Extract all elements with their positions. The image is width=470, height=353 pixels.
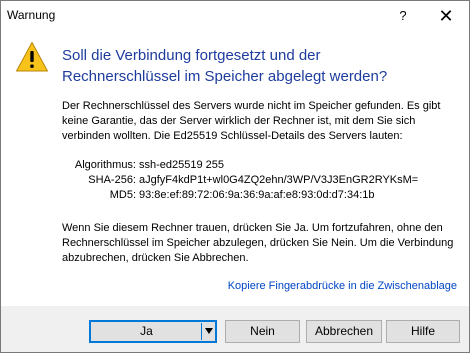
yes-split-button[interactable]: Ja	[89, 320, 217, 343]
md5-label: MD5:	[109, 189, 136, 201]
sha256-row: SHA-256: aJgfyF4kdP1t+wl0G4ZQ2ehn/3WP/V3…	[62, 173, 462, 188]
warning-icon	[16, 42, 48, 72]
help-button[interactable]: Hilfe	[386, 320, 460, 343]
button-bar: Ja Nein Abbrechen Hilfe	[1, 306, 469, 352]
algorithm-row: Algorithmus: ssh-ed25519 255	[62, 158, 462, 173]
cancel-button[interactable]: Abbrechen	[306, 320, 382, 343]
dialog-heading: Soll die Verbindung fortgesetzt und der …	[62, 47, 388, 85]
md5-value: 93:8e:ef:89:72:06:9a:36:9a:af:e8:93:0d:d…	[139, 189, 375, 201]
dropdown-arrow-icon[interactable]	[205, 328, 213, 334]
split-divider	[201, 323, 202, 340]
sha256-value: aJgfyF4kdP1t+wl0G4ZQ2ehn/3WP/V3J3EnGR2RY…	[139, 174, 419, 186]
md5-row: MD5: 93:8e:ef:89:72:06:9a:36:9a:af:e8:93…	[62, 188, 462, 203]
key-details: Algorithmus: ssh-ed25519 255 SHA-256: aJ…	[62, 158, 462, 203]
no-button[interactable]: Nein	[225, 320, 300, 343]
description-text: Der Rechnerschlüssel des Servers wurde n…	[62, 100, 441, 142]
close-icon[interactable]: ✕	[431, 4, 461, 28]
sha256-label: SHA-256:	[88, 174, 136, 186]
instruction-text: Wenn Sie diesem Rechner trauen, drücken …	[62, 222, 454, 264]
yes-button-label: Ja	[140, 324, 153, 338]
window-title: Warnung	[7, 8, 56, 22]
algorithm-label: Algorithmus:	[74, 159, 136, 171]
warning-dialog: Warnung ? ✕ Soll die Verbindung fortgese…	[0, 0, 470, 353]
title-bar: Warnung ? ✕	[1, 1, 469, 31]
algorithm-value: ssh-ed25519 255	[139, 159, 225, 171]
copy-fingerprints-link[interactable]: Kopiere Fingerabdrücke in die Zwischenab…	[228, 280, 457, 292]
help-icon[interactable]: ?	[393, 6, 413, 26]
